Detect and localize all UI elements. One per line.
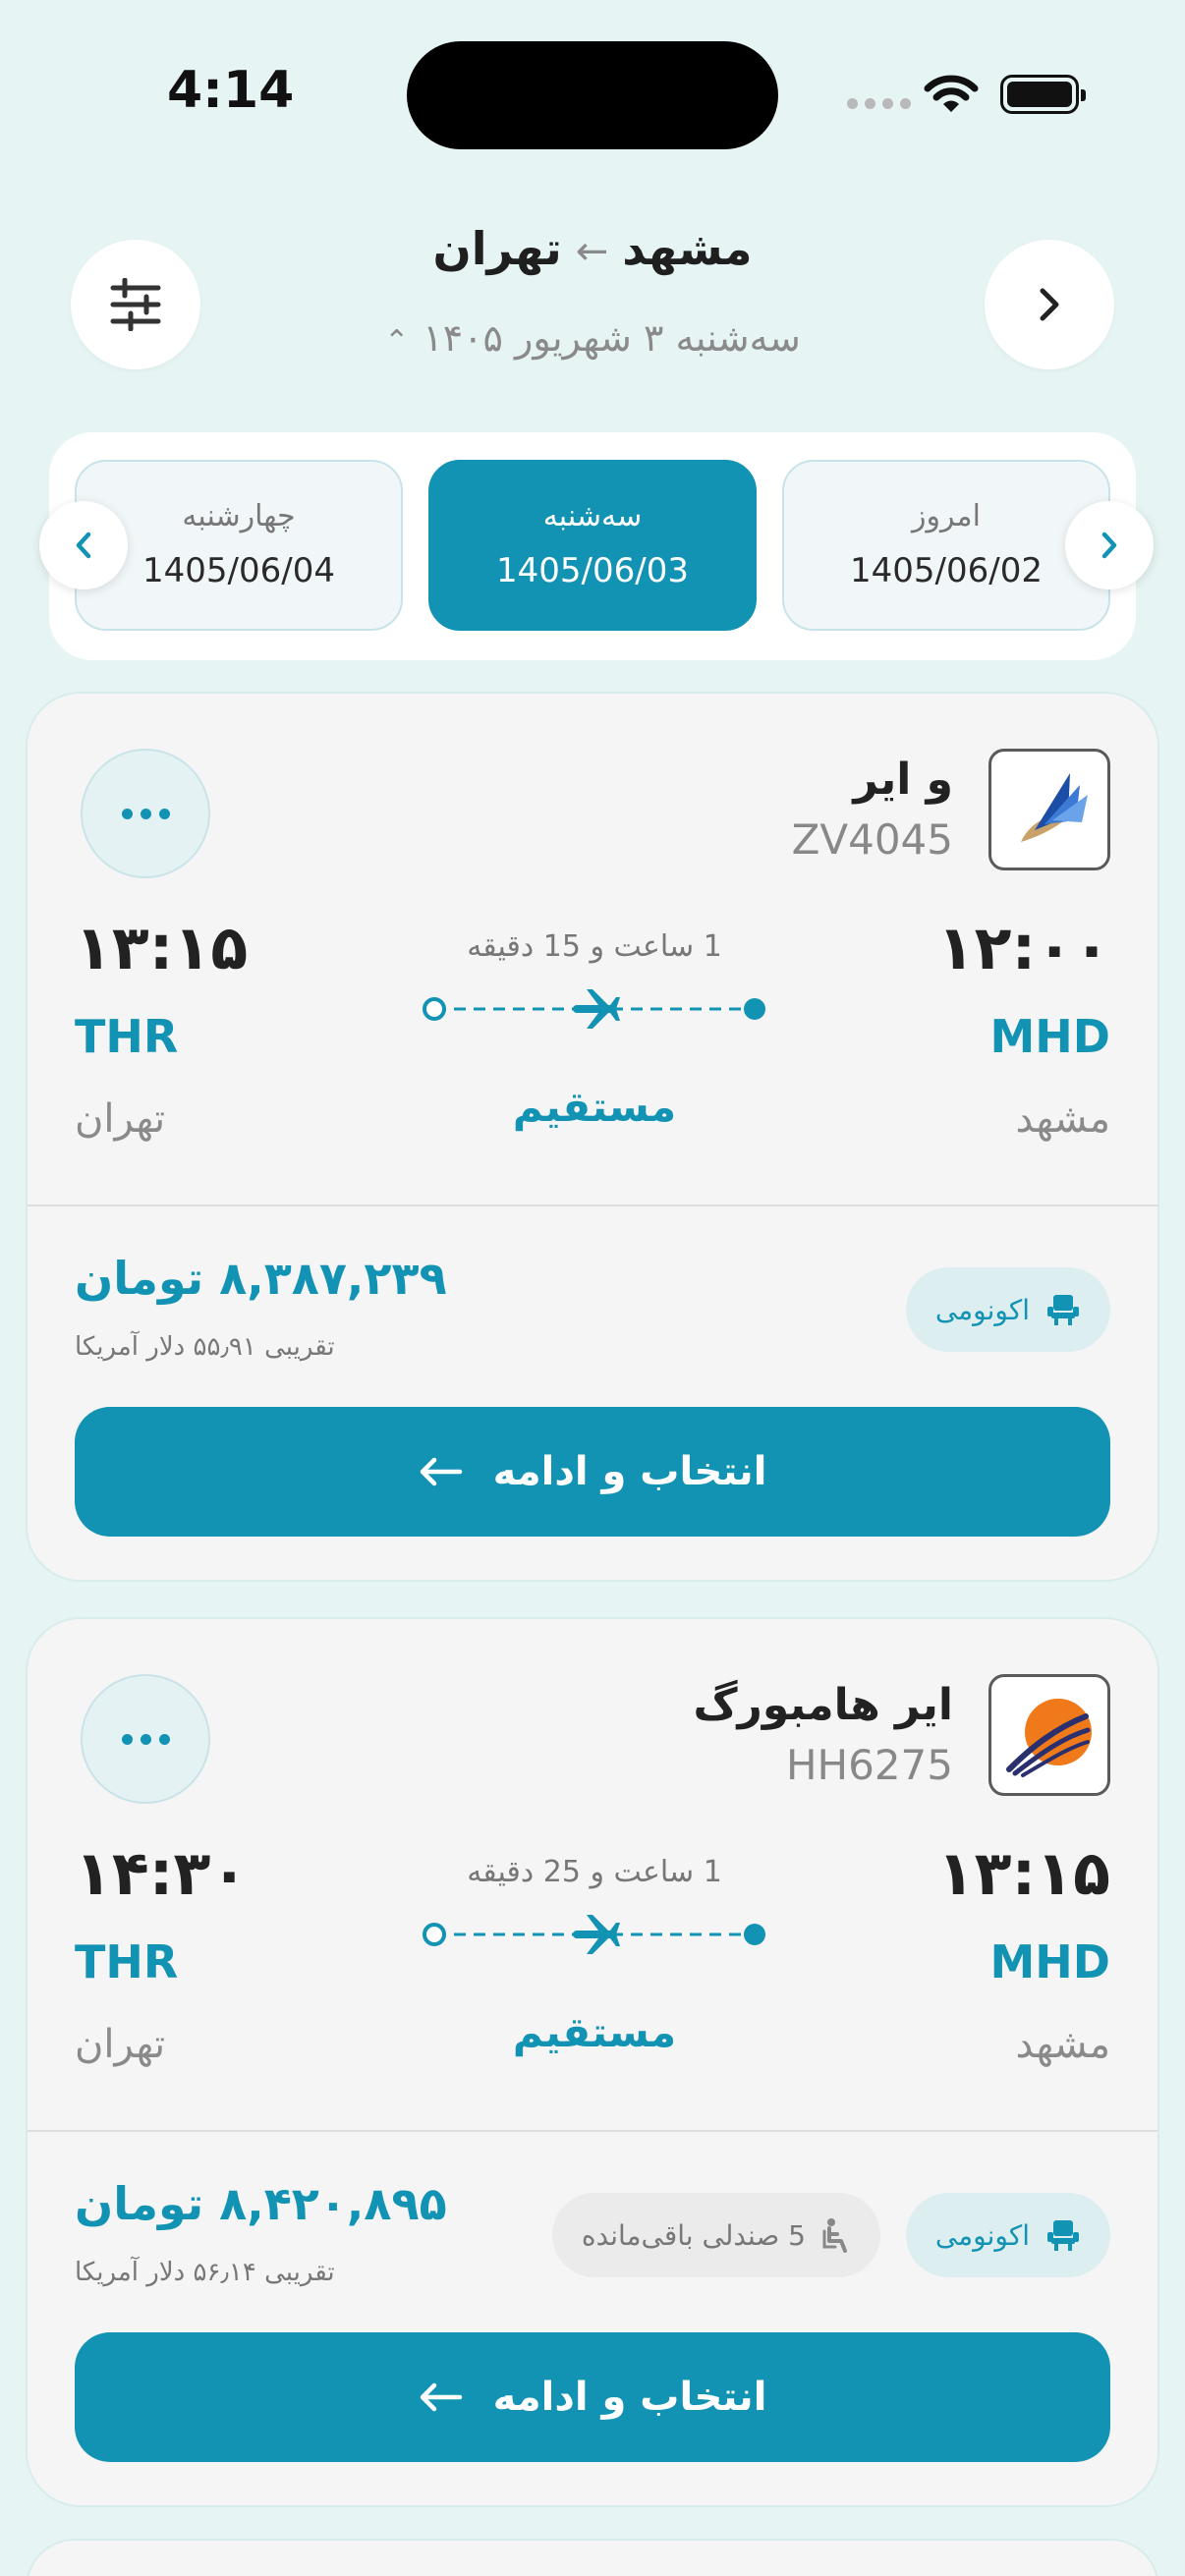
stops-label: مستقیم (512, 2008, 677, 2056)
arrival-code: THR (75, 1010, 179, 1063)
arrival-time: ۱۳:۱۵ (75, 912, 249, 983)
more-options-button[interactable] (81, 1674, 210, 1804)
arrow-left-icon (420, 1457, 462, 1486)
select-continue-button[interactable]: انتخاب و ادامه (75, 1407, 1110, 1537)
departure-city: مشهد (1015, 2022, 1110, 2067)
flight-card[interactable]: و ایر ZV4045 ۱۲:۰۰ ۱۳:۱۵ MHD THR مشهد ته… (26, 692, 1159, 1582)
arrival-time: ۱۴:۳۰ (75, 1837, 249, 1909)
date-next-button[interactable] (1065, 501, 1154, 589)
chevron-right-icon (1101, 532, 1117, 559)
origin-city: مشهد (622, 222, 753, 275)
departure-time: ۱۲:۰۰ (936, 912, 1110, 983)
airline-logo (988, 1674, 1110, 1796)
date-prev-button[interactable] (39, 501, 128, 589)
cabin-class-badge: اکونومی (905, 1267, 1110, 1352)
seated-person-icon (822, 2218, 847, 2253)
cabin-class-label: اکونومی (934, 2218, 1030, 2252)
flight-number: ZV4045 (791, 815, 953, 864)
seat-icon (1047, 2220, 1079, 2251)
chevron-left-icon (76, 532, 91, 559)
card-divider (28, 1204, 1157, 1206)
status-icons (847, 69, 1086, 124)
filter-button[interactable] (71, 240, 200, 369)
price: ۸,۴۲۰,۸۹۵ تومان (75, 2177, 447, 2230)
price-usd: تقریبی ۵۵٫۹۱ دلار آمریکا (75, 1332, 335, 1362)
destination-city: تهران (432, 222, 562, 275)
arrow-left-icon (420, 2382, 462, 2412)
dynamic-island (407, 41, 778, 149)
airline-name: و ایر (853, 755, 953, 805)
airline-name: ایر هامبورگ (693, 1680, 954, 1730)
date-option-date: 1405/06/03 (496, 551, 689, 590)
bird-logo-icon (1021, 773, 1088, 842)
flight-number: HH6275 (785, 1741, 953, 1789)
battery-icon (1000, 75, 1086, 114)
departure-code: MHD (989, 1010, 1110, 1063)
sliders-icon (110, 278, 161, 331)
more-options-button[interactable] (81, 749, 210, 878)
status-time: 4:14 (167, 61, 295, 120)
price-usd: تقریبی ۵۶٫۱۴ دلار آمریکا (75, 2258, 335, 2287)
card-divider (28, 2130, 1157, 2132)
cabin-class-label: اکونومی (934, 1293, 1030, 1326)
wifi-icon (924, 75, 979, 112)
flight-card[interactable]: ایر هامبورگ HH6275 ۱۳:۱۵ ۱۴:۳۰ MHD THR م… (26, 1617, 1159, 2507)
back-button[interactable] (985, 240, 1114, 369)
select-continue-label: انتخاب و ادامه (492, 2375, 767, 2420)
departure-code: MHD (989, 1935, 1110, 1988)
date-selector[interactable]: سه‌شنبه ۳ شهریور ۱۴۰۵ ⌃ (295, 316, 890, 360)
date-strip: چهارشنبه 1405/06/04 سه‌شنبه 1405/06/03 ا… (39, 432, 1154, 660)
select-continue-button[interactable]: انتخاب و ادامه (75, 2332, 1110, 2462)
airline-logo (988, 749, 1110, 870)
chevron-right-icon (1040, 288, 1059, 321)
flight-path-icon (423, 1915, 765, 1954)
arrival-city: تهران (75, 2022, 166, 2067)
selected-date-text: سه‌شنبه ۳ شهریور ۱۴۰۵ (423, 316, 801, 360)
select-continue-label: انتخاب و ادامه (492, 1449, 767, 1494)
cabin-class-badge: اکونومی (905, 2193, 1110, 2277)
flight-duration: 1 ساعت و 15 دقیقه (467, 929, 722, 964)
date-option-1-selected[interactable]: سه‌شنبه 1405/06/03 (428, 460, 757, 631)
stops-label: مستقیم (512, 1083, 677, 1131)
chevron-up-icon: ⌃ (384, 324, 410, 359)
arrival-city: تهران (75, 1096, 166, 1142)
price: ۸,۳۸۷,۲۳۹ تومان (75, 1252, 447, 1305)
date-option-day: چهارشنبه (182, 499, 296, 533)
airline-logo-icon (1006, 1699, 1092, 1777)
date-option-day: امروز (912, 499, 981, 533)
flight-duration: 1 ساعت و 25 دقیقه (467, 1855, 722, 1889)
date-option-day: سه‌شنبه (542, 499, 643, 533)
flight-card-partial (26, 2539, 1159, 2576)
date-option-date: 1405/06/02 (850, 551, 1043, 590)
cellular-signal-icon (847, 98, 911, 109)
route-title: مشهد ← تهران (295, 222, 890, 275)
date-option-2[interactable]: امروز 1405/06/02 (782, 460, 1110, 631)
flight-path-icon (423, 989, 765, 1029)
seats-left-label: 5 صندلی باقی‌مانده (581, 2218, 806, 2252)
arrival-code: THR (75, 1935, 179, 1988)
arrow-left-icon: ← (575, 229, 609, 274)
seats-left-badge: 5 صندلی باقی‌مانده (551, 2193, 880, 2277)
departure-time: ۱۳:۱۵ (936, 1837, 1110, 1909)
seat-icon (1047, 1295, 1079, 1325)
departure-city: مشهد (1015, 1096, 1110, 1142)
